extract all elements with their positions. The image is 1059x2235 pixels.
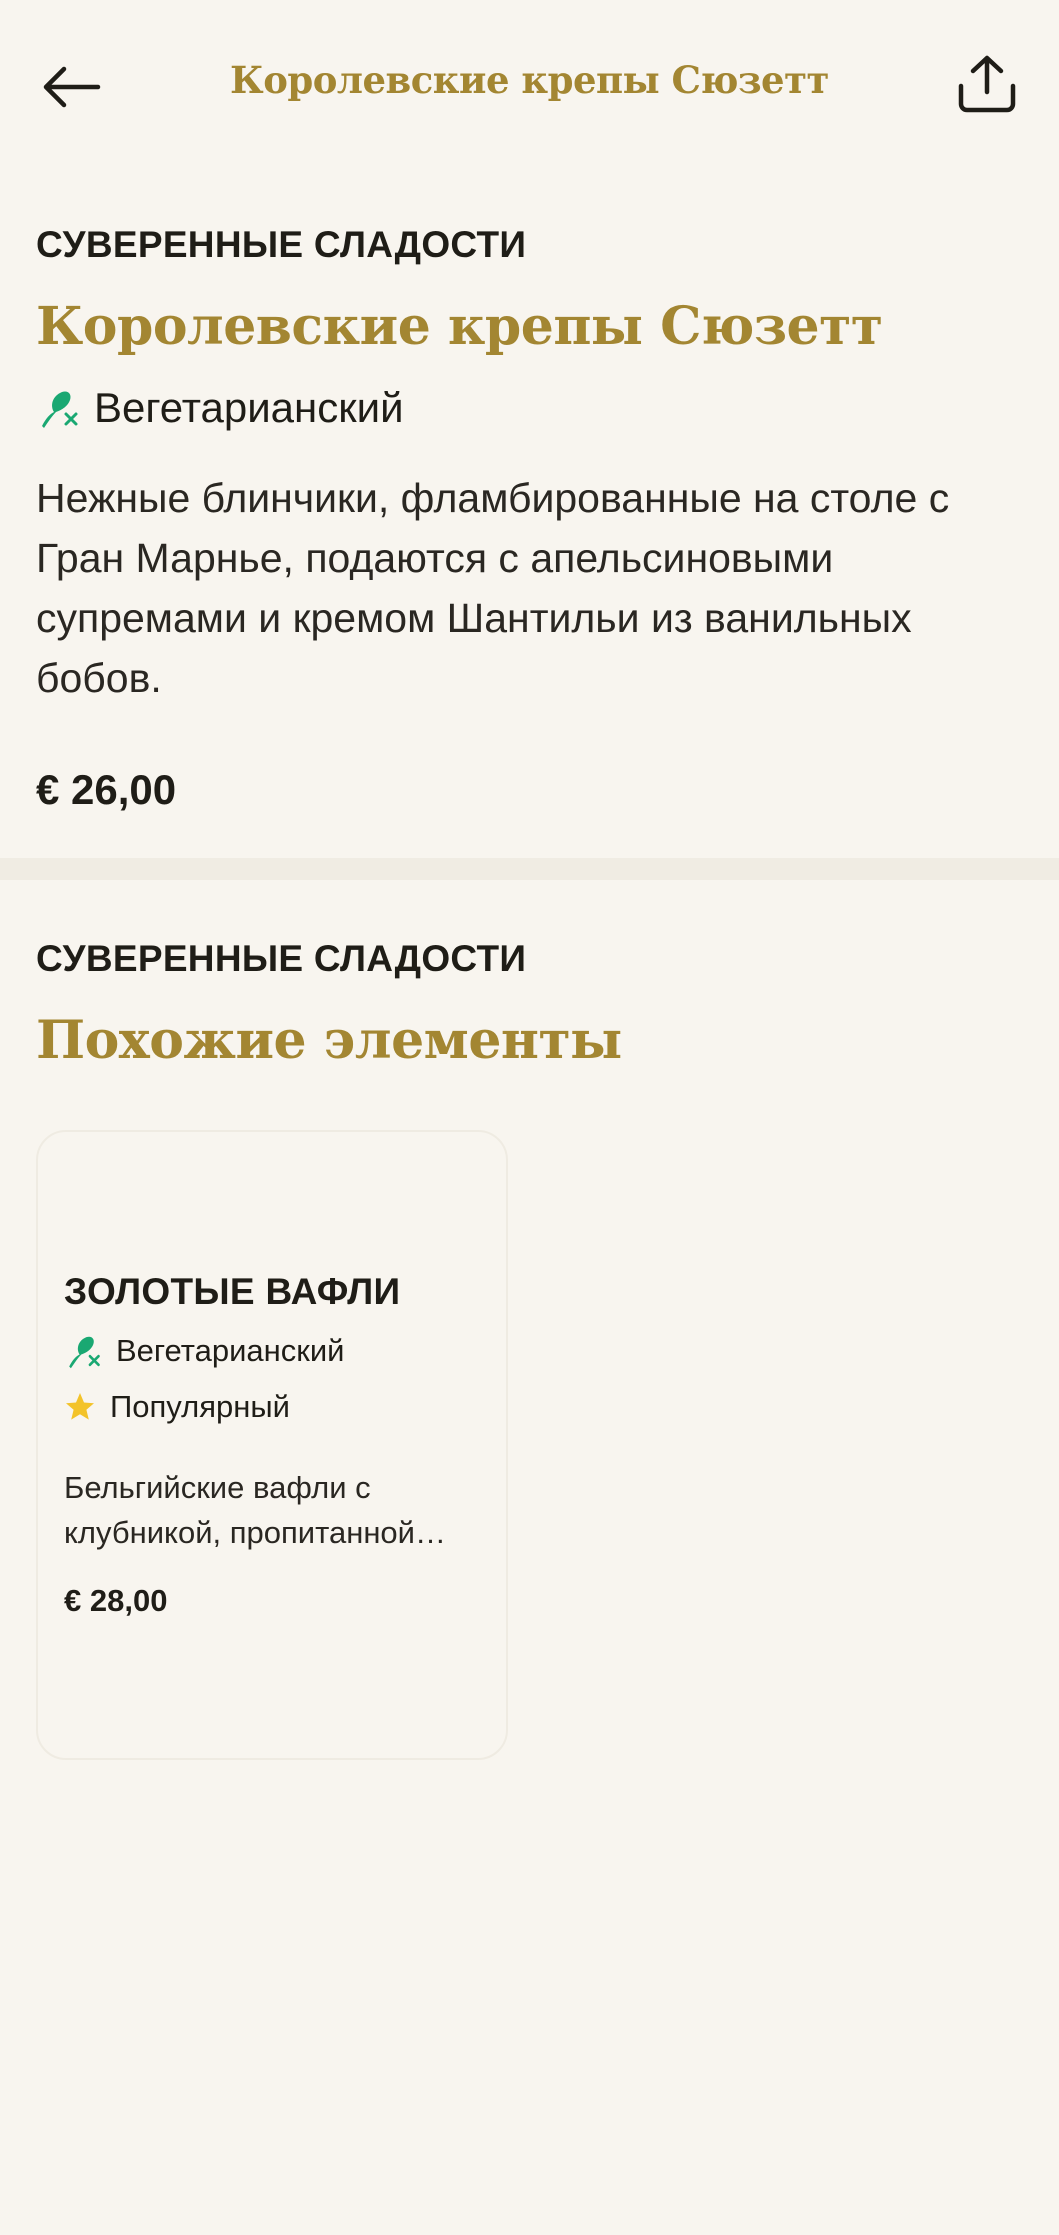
card-price: € 28,00 (64, 1583, 168, 1618)
item-category: СУВЕРЕННЫЕ СЛАДОСТИ (36, 224, 527, 265)
diet-label: Вегетарианский (94, 384, 404, 431)
back-button[interactable] (36, 52, 106, 122)
item-price: € 26,00 (36, 766, 177, 813)
top-bar: Королевские крепы Сюзетт (0, 0, 1059, 170)
card-description: Бельгийские вафли с клубникой, пропитанн… (64, 1470, 446, 1550)
page-title: Королевские крепы Сюзетт (230, 58, 829, 102)
similar-item-card[interactable]: ЗОЛОТЫЕ ВАФЛИ Вегетарианский Популярный … (36, 1130, 508, 1760)
section-divider (0, 858, 1059, 880)
card-content: ЗОЛОТЫЕ ВАФЛИ Вегетарианский Популярный … (64, 1267, 484, 1619)
similar-section: СУВЕРЕННЫЕ СЛАДОСТИ Похожие элементы (36, 932, 1026, 1076)
similar-category: СУВЕРЕННЫЕ СЛАДОСТИ (36, 938, 527, 979)
share-icon (958, 55, 1016, 113)
card-title: ЗОЛОТЫЕ ВАФЛИ (64, 1271, 401, 1312)
vegetarian-icon (42, 391, 78, 428)
card-tag-popular: Популярный (64, 1383, 484, 1431)
card-tag-label: Вегетарианский (116, 1333, 345, 1368)
diet-badge: Вегетарианский (36, 378, 1026, 438)
share-button[interactable] (951, 48, 1023, 120)
similar-title: Похожие элементы (36, 1010, 622, 1071)
card-tag-label: Популярный (110, 1389, 290, 1424)
card-tag-vegetarian: Вегетарианский (64, 1327, 484, 1375)
arrow-left-icon (43, 66, 101, 108)
star-icon (66, 1393, 94, 1420)
item-description: Нежные блинчики, фламбированные на столе… (36, 475, 950, 701)
item-title: Королевские крепы Сюзетт (36, 296, 883, 357)
item-details: СУВЕРЕННЫЕ СЛАДОСТИ Королевские крепы Сю… (36, 218, 1026, 814)
vegetarian-icon (69, 1336, 100, 1369)
